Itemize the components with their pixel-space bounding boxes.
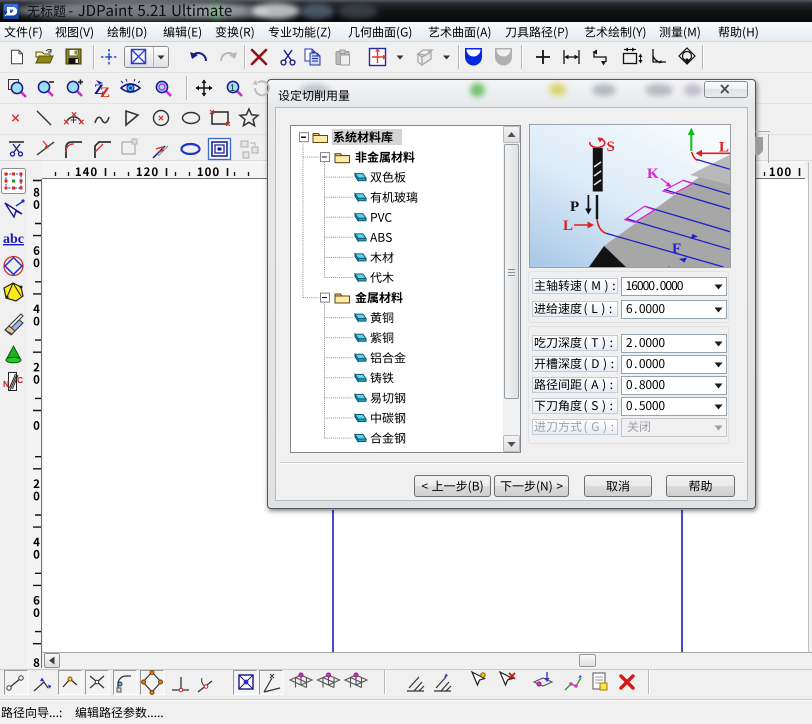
svg-text:Z: Z [100,85,110,101]
svg-text:C: C [17,375,23,385]
svg-text:N: N [3,379,9,389]
svg-text:abc: abc [3,232,24,247]
svg-text:1: 1 [230,83,235,93]
